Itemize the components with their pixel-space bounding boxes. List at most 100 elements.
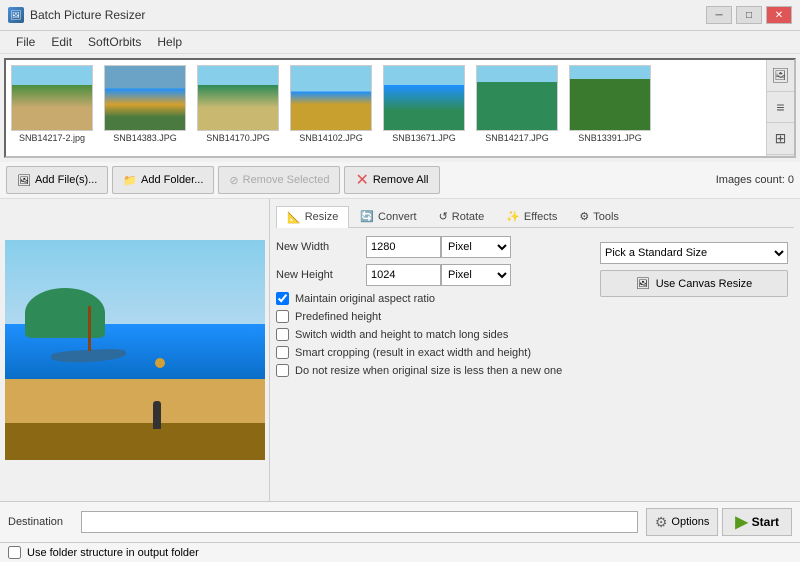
thumbnail-image	[383, 65, 465, 131]
resize-form: New Width Pixel Percent Cm Inch New Heig…	[276, 236, 586, 382]
options-button[interactable]: ⚙ Options	[646, 508, 718, 536]
tab-tools-label: Tools	[593, 211, 619, 223]
switch-sides-label: Switch width and height to match long si…	[295, 329, 508, 341]
width-row: New Width Pixel Percent Cm Inch	[276, 236, 586, 258]
person-head	[155, 358, 165, 368]
minimize-button[interactable]: ─	[706, 6, 732, 24]
folder-structure-checkbox[interactable]	[8, 546, 21, 559]
sidebar-view-large[interactable]: 🖼	[767, 60, 794, 92]
remove-selected-button[interactable]: ⊘ Remove Selected	[218, 166, 340, 194]
shore-bg	[5, 423, 265, 460]
remove-all-icon: ✕	[355, 170, 368, 190]
maximize-button[interactable]: □	[736, 6, 762, 24]
bottom-bar: Use folder structure in output folder	[0, 542, 800, 562]
options-label: Options	[671, 516, 709, 528]
width-unit-select[interactable]: Pixel Percent Cm Inch	[441, 236, 511, 258]
canvas-resize-button[interactable]: 🖼 Use Canvas Resize	[600, 270, 788, 297]
convert-icon: 🔄	[360, 210, 374, 223]
add-folder-button[interactable]: 📁 Add Folder...	[112, 166, 214, 194]
add-folder-label: Add Folder...	[141, 174, 203, 186]
height-label: New Height	[276, 269, 366, 281]
canvas-resize-label: Use Canvas Resize	[656, 278, 753, 290]
menu-softorbits[interactable]: SoftOrbits	[80, 33, 149, 51]
switch-sides-row: Switch width and height to match long si…	[276, 328, 586, 341]
thumbnail-image	[569, 65, 651, 131]
tab-effects-label: Effects	[524, 211, 557, 223]
thumbnail-label: SNB14217-2.jpg	[11, 133, 93, 143]
sidebar-view-list[interactable]: ≡	[767, 92, 794, 124]
rotate-icon: ↺	[439, 210, 448, 223]
menubar: File Edit SoftOrbits Help	[0, 31, 800, 54]
thumbnail-item[interactable]: SNB14170.JPG	[197, 65, 279, 143]
folder-structure-row: Use folder structure in output folder	[8, 546, 199, 559]
maintain-aspect-row: Maintain original aspect ratio	[276, 292, 586, 305]
thumbnail-item[interactable]: SNB14217.JPG	[476, 65, 558, 143]
thumbnail-image	[104, 65, 186, 131]
tab-resize[interactable]: 📐 Resize	[276, 206, 349, 228]
predefined-height-label: Predefined height	[295, 311, 381, 323]
no-resize-label: Do not resize when original size is less…	[295, 365, 562, 377]
predefined-height-checkbox[interactable]	[276, 310, 289, 323]
tab-convert[interactable]: 🔄 Convert	[349, 205, 427, 227]
destination-bar: Destination ⚙ Options ▶ Start	[0, 501, 800, 542]
thumbnail-sidebar: 🖼 ≡ ⊞	[766, 60, 794, 156]
smart-crop-row: Smart cropping (result in exact width an…	[276, 346, 586, 359]
resize-icon: 📐	[287, 211, 301, 224]
window-controls: ─ □ ✕	[706, 6, 792, 24]
maintain-aspect-checkbox[interactable]	[276, 292, 289, 305]
standard-size-select[interactable]: Pick a Standard Size 800x600 1024x768 12…	[600, 242, 788, 264]
destination-input[interactable]	[81, 511, 638, 533]
preview-image-container	[5, 240, 265, 460]
add-files-icon: 🖼	[17, 174, 31, 187]
thumbnail-strip: SNB14217-2.jpg SNB14383.JPG SNB14170.JPG…	[4, 58, 796, 158]
predefined-height-row: Predefined height	[276, 310, 586, 323]
tab-tools[interactable]: ⚙ Tools	[568, 205, 630, 227]
smart-crop-checkbox[interactable]	[276, 346, 289, 359]
maintain-aspect-label: Maintain original aspect ratio	[295, 293, 435, 305]
height-row: New Height Pixel Percent Cm Inch	[276, 264, 586, 286]
add-files-button[interactable]: 🖼 Add File(s)...	[6, 166, 108, 194]
sidebar-view-grid[interactable]: ⊞	[767, 123, 794, 155]
start-button[interactable]: ▶ Start	[722, 508, 792, 536]
close-button[interactable]: ✕	[766, 6, 792, 24]
thumbnail-item[interactable]: SNB14383.JPG	[104, 65, 186, 143]
thumbnail-item[interactable]: SNB13391.JPG	[569, 65, 651, 143]
remove-all-label: Remove All	[373, 174, 429, 186]
thumbnail-label: SNB13391.JPG	[569, 133, 651, 143]
preview-panel	[0, 199, 270, 501]
gear-icon: ⚙	[655, 514, 668, 531]
thumbnail-image	[476, 65, 558, 131]
width-label: New Width	[276, 241, 366, 253]
start-label: Start	[752, 515, 779, 529]
thumbnail-label: SNB14102.JPG	[290, 133, 372, 143]
thumbnail-image	[197, 65, 279, 131]
folder-structure-label: Use folder structure in output folder	[27, 547, 199, 559]
menu-help[interactable]: Help	[149, 33, 190, 51]
thumbnail-item[interactable]: SNB14217-2.jpg	[11, 65, 93, 143]
thumbnail-label: SNB13671.JPG	[383, 133, 465, 143]
action-buttons: ⚙ Options ▶ Start	[646, 508, 792, 536]
remove-all-button[interactable]: ✕ Remove All	[344, 166, 439, 194]
tab-effects[interactable]: ✨ Effects	[495, 205, 568, 227]
thumbnail-list: SNB14217-2.jpg SNB14383.JPG SNB14170.JPG…	[11, 65, 657, 143]
thumbnail-image	[11, 65, 93, 131]
titlebar: 🖼 Batch Picture Resizer ─ □ ✕	[0, 0, 800, 31]
boat-mast	[88, 306, 91, 351]
tab-rotate[interactable]: ↺ Rotate	[428, 205, 496, 227]
canvas-resize-icon: 🖼	[636, 277, 650, 290]
toolbar: 🖼 Add File(s)... 📁 Add Folder... ⊘ Remov…	[0, 162, 800, 199]
height-unit-select[interactable]: Pixel Percent Cm Inch	[441, 264, 511, 286]
height-input[interactable]	[366, 264, 441, 286]
width-input[interactable]	[366, 236, 441, 258]
menu-file[interactable]: File	[8, 33, 43, 51]
menu-edit[interactable]: Edit	[43, 33, 80, 51]
start-icon: ▶	[735, 512, 747, 532]
sand-bg	[5, 379, 265, 423]
no-resize-checkbox[interactable]	[276, 364, 289, 377]
app-icon: 🖼	[8, 7, 24, 23]
thumbnail-label: SNB14383.JPG	[104, 133, 186, 143]
switch-sides-checkbox[interactable]	[276, 328, 289, 341]
thumbnail-item[interactable]: SNB14102.JPG	[290, 65, 372, 143]
person-body	[153, 401, 161, 429]
thumbnail-item[interactable]: SNB13671.JPG	[383, 65, 465, 143]
